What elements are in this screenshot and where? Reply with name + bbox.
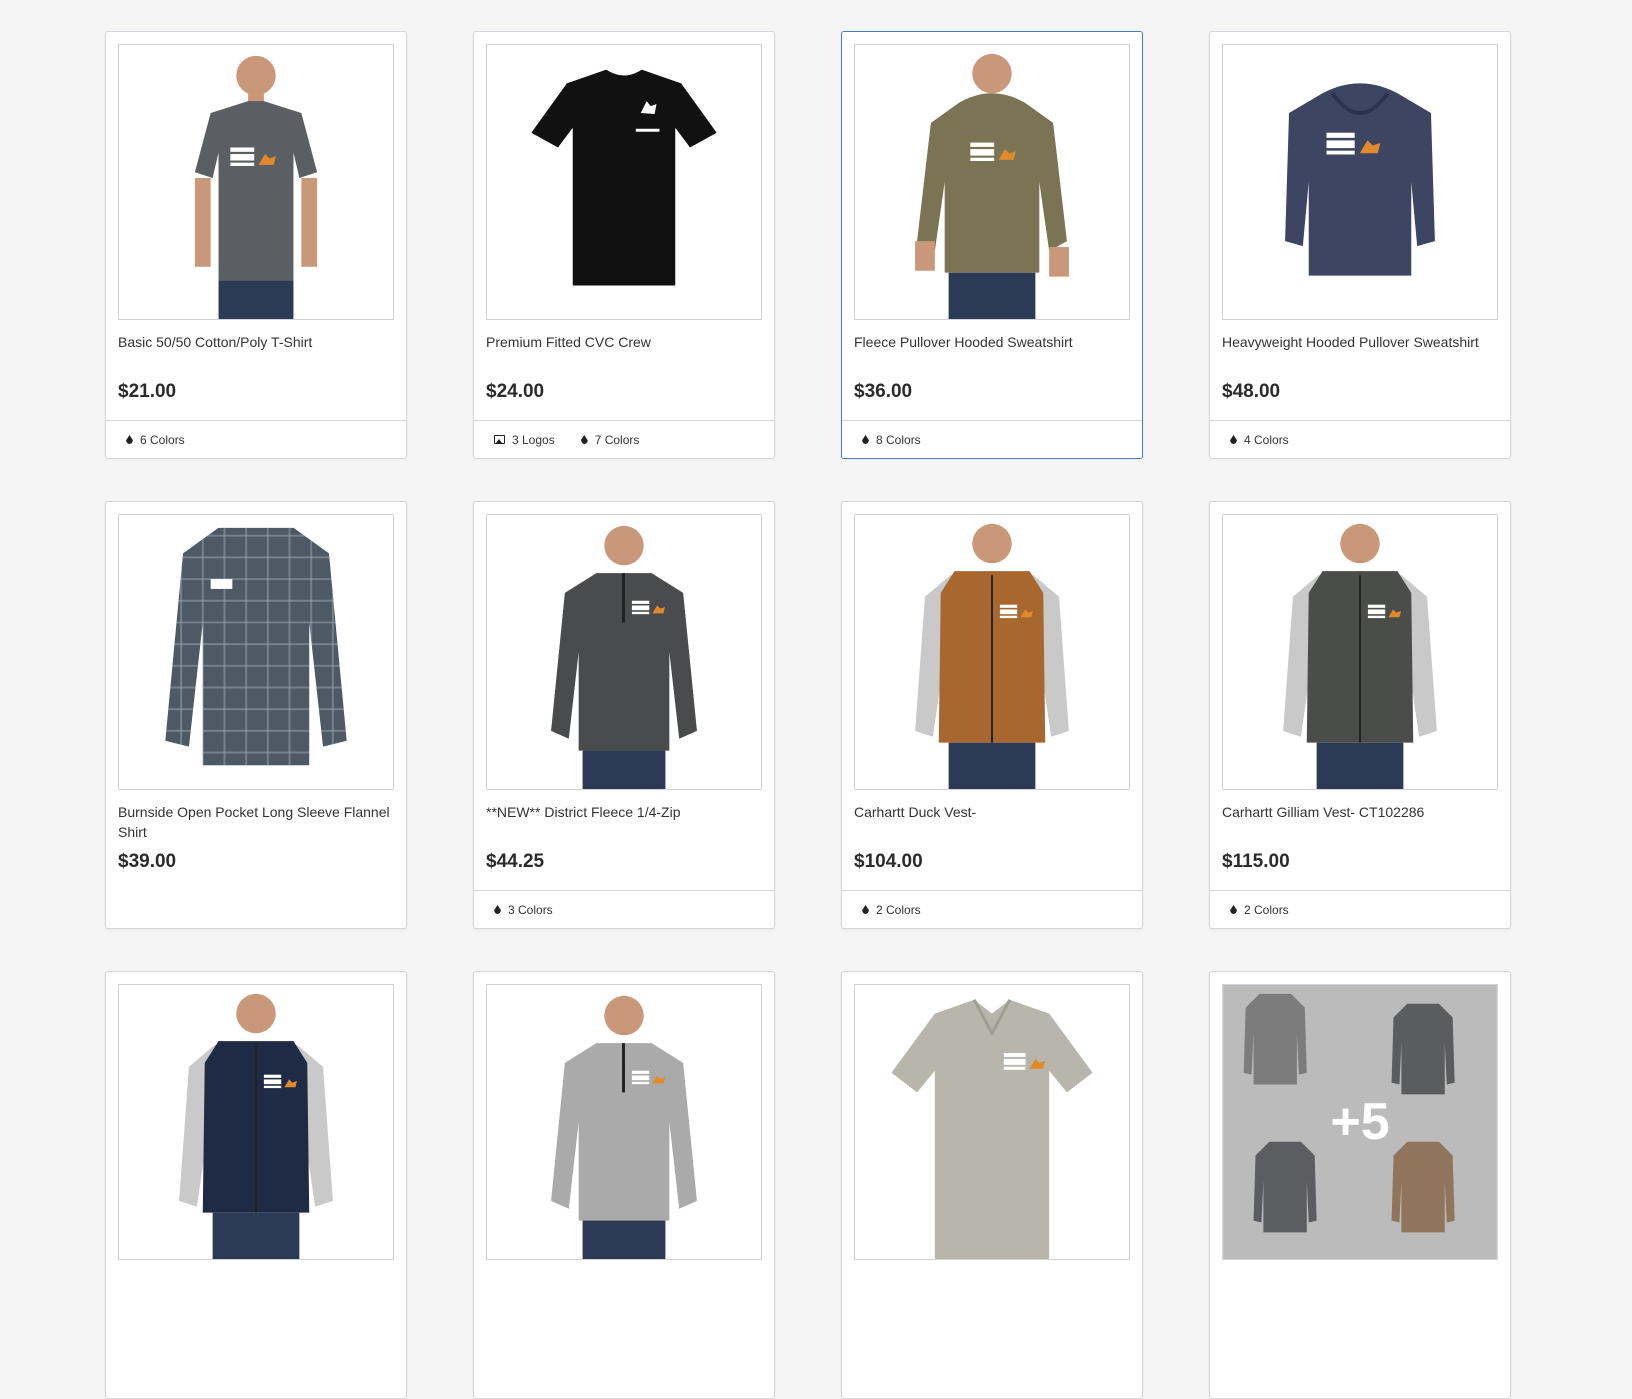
product-image[interactable] xyxy=(118,514,394,790)
colors-count[interactable]: 4 Colors xyxy=(1230,433,1289,447)
product-card-footer: 2 Colors xyxy=(842,890,1142,928)
product-card[interactable]: **NEW** District Fleece 1/4-Zip $44.25 3 C… xyxy=(473,501,775,929)
product-name[interactable]: **NEW** District Fleece 1/4-Zip xyxy=(486,802,766,822)
image-icon xyxy=(494,435,505,444)
product-price: $21.00 xyxy=(118,381,177,402)
droplet-icon xyxy=(1230,435,1237,444)
product-card-footer: 8 Colors xyxy=(842,420,1142,458)
droplet-icon xyxy=(1230,905,1237,914)
product-price: $104.00 xyxy=(854,851,923,872)
product-card[interactable]: Carhartt Gilliam Vest- CT102286 $115.00 2 … xyxy=(1209,501,1511,929)
colors-count[interactable]: 6 Colors xyxy=(126,433,185,447)
tag-label: 6 Colors xyxy=(140,432,185,447)
product-grid: Basic 50/50 Cotton/Poly T-Shirt $21.00 6 C… xyxy=(105,31,1511,1399)
product-name[interactable]: Carhartt Gilliam Vest- CT102286 xyxy=(1222,802,1502,822)
product-card-footer: 4 Colors xyxy=(1210,420,1510,458)
product-price: $36.00 xyxy=(854,381,913,402)
product-name[interactable]: Burnside Open Pocket Long Sleeve Flannel… xyxy=(118,802,398,842)
droplet-icon xyxy=(494,905,501,914)
droplet-icon xyxy=(126,435,133,444)
product-card[interactable]: Heavyweight Hooded Pullover Sweatshirt $4… xyxy=(1209,31,1511,459)
product-card[interactable]: Burnside Open Pocket Long Sleeve Flannel… xyxy=(105,501,407,929)
product-image[interactable] xyxy=(1222,44,1498,320)
product-card[interactable] xyxy=(105,971,407,1399)
product-card[interactable]: Carhartt Duck Vest- $104.00 2 Colors xyxy=(841,501,1143,929)
product-image[interactable] xyxy=(854,44,1130,320)
product-price: $44.25 xyxy=(486,851,545,872)
colors-count[interactable]: 7 Colors xyxy=(580,432,640,447)
tag-label: 2 Colors xyxy=(1244,902,1289,917)
product-image[interactable] xyxy=(486,514,762,790)
product-image[interactable] xyxy=(118,44,394,320)
product-image[interactable] xyxy=(854,514,1130,790)
more-images-overlay[interactable]: +5 xyxy=(1223,985,1497,1259)
tag-label: 7 Colors xyxy=(594,432,640,447)
product-image[interactable] xyxy=(854,984,1130,1260)
product-price: $39.00 xyxy=(118,851,177,872)
droplet-icon xyxy=(862,435,869,444)
product-image[interactable] xyxy=(486,984,762,1260)
colors-count[interactable]: 3 Colors xyxy=(494,903,553,917)
tag-label: 2 Colors xyxy=(876,902,921,917)
product-card[interactable]: Fleece Pullover Hooded Sweatshirt $36.00 8… xyxy=(841,31,1143,459)
product-image[interactable] xyxy=(486,44,762,320)
colors-count[interactable]: 8 Colors xyxy=(862,433,921,447)
tag-label: 8 Colors xyxy=(876,432,921,447)
product-image[interactable]: +5 xyxy=(1222,984,1498,1260)
product-name[interactable]: Basic 50/50 Cotton/Poly T-Shirt xyxy=(118,332,398,352)
colors-count[interactable]: 2 Colors xyxy=(862,903,921,917)
product-card-footer: 3 Colors xyxy=(474,890,774,928)
tag-label: 3 Colors xyxy=(508,902,553,917)
droplet-icon xyxy=(862,905,869,914)
product-price: $48.00 xyxy=(1222,381,1281,402)
product-image[interactable] xyxy=(118,984,394,1260)
product-card-footer: 3 Logos 7 Colors xyxy=(474,420,774,458)
product-price: $24.00 xyxy=(486,381,545,402)
product-card[interactable] xyxy=(473,971,775,1399)
product-name[interactable]: Premium Fitted CVC Crew xyxy=(486,332,766,352)
product-card[interactable]: Basic 50/50 Cotton/Poly T-Shirt $21.00 6 C… xyxy=(105,31,407,459)
product-name[interactable]: Fleece Pullover Hooded Sweatshirt xyxy=(854,332,1134,352)
product-name[interactable]: Heavyweight Hooded Pullover Sweatshirt xyxy=(1222,332,1502,352)
colors-count[interactable]: 2 Colors xyxy=(1230,903,1289,917)
product-name[interactable]: Carhartt Duck Vest- xyxy=(854,802,1134,822)
product-image[interactable] xyxy=(1222,514,1498,790)
product-card-footer: 6 Colors xyxy=(106,420,406,458)
logos-count[interactable]: 3 Logos xyxy=(494,433,555,447)
tag-label: 3 Logos xyxy=(512,432,555,447)
product-card[interactable]: Premium Fitted CVC Crew $24.00 3 Logos 7 Co… xyxy=(473,31,775,459)
product-card[interactable]: +5 xyxy=(1209,971,1511,1399)
product-price: $115.00 xyxy=(1222,851,1290,872)
product-card-footer: 2 Colors xyxy=(1210,890,1510,928)
product-card[interactable] xyxy=(841,971,1143,1399)
tag-label: 4 Colors xyxy=(1244,432,1289,447)
droplet-icon xyxy=(580,435,588,444)
